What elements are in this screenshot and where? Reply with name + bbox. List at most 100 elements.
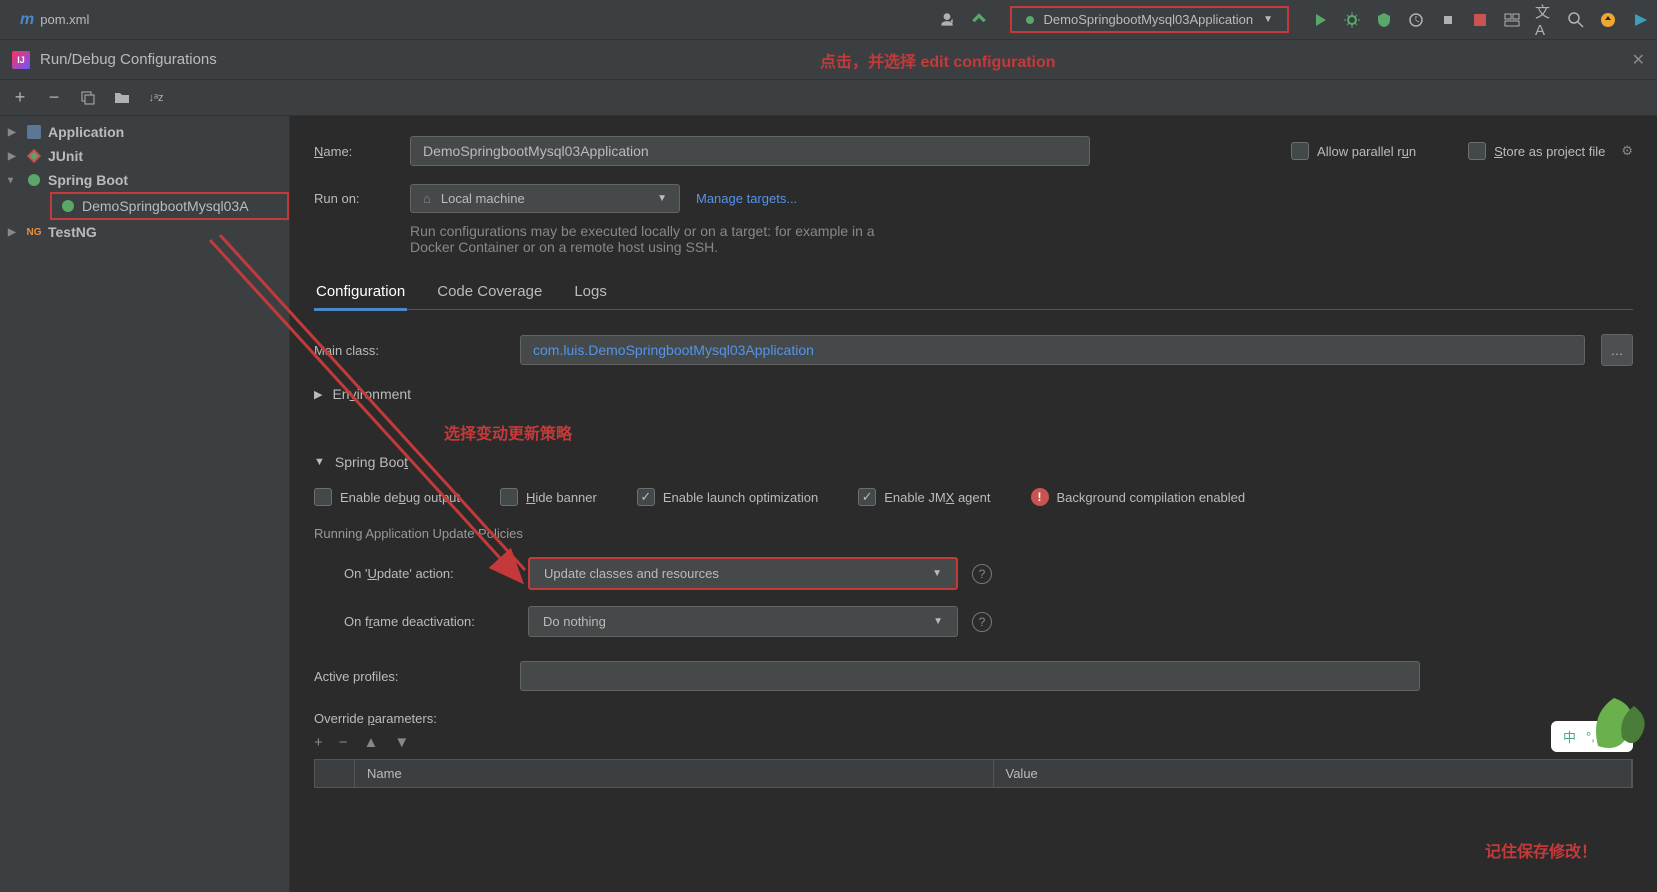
sort-icon[interactable]: ↓ᵃz	[148, 90, 164, 106]
active-profiles-input[interactable]	[520, 661, 1420, 691]
checkbox-icon	[314, 488, 332, 506]
checkbox-icon	[500, 488, 518, 506]
hammer-icon[interactable]	[970, 11, 988, 29]
translate-icon[interactable]: 文A	[1535, 11, 1553, 29]
checkbox-label: Hide banner	[526, 490, 597, 505]
column-header-name: Name	[355, 760, 994, 787]
status-dot-icon	[1026, 16, 1034, 24]
dropdown-value: Do nothing	[543, 614, 606, 629]
file-tab[interactable]: m pom.xml	[8, 11, 101, 29]
checkbox-label: Enable debug output	[340, 490, 460, 505]
search-icon[interactable]	[1567, 11, 1585, 29]
hide-banner-checkbox[interactable]: Hide banner	[500, 488, 597, 506]
manage-targets-link[interactable]: Manage targets...	[696, 191, 797, 206]
close-icon[interactable]: ✕	[1632, 50, 1645, 70]
name-input[interactable]	[410, 136, 1090, 166]
chevron-right-icon: ▶	[314, 388, 322, 401]
profile-icon[interactable]	[1407, 11, 1425, 29]
on-frame-dropdown[interactable]: Do nothing ▼	[528, 606, 958, 637]
layout-icon[interactable]	[1503, 11, 1521, 29]
chevron-right-icon: ▶	[8, 151, 20, 162]
override-params-label: Override parameters:	[314, 711, 437, 726]
panel-title: Run/Debug Configurations	[40, 51, 217, 68]
junit-icon	[26, 148, 42, 164]
springboot-section[interactable]: ▼ Spring Boot	[314, 454, 1633, 470]
tree-junit[interactable]: ▶ JUnit	[0, 144, 289, 168]
warning-icon: !	[1031, 488, 1049, 506]
stop-icon[interactable]	[1471, 11, 1489, 29]
tree-springboot[interactable]: ▾ Spring Boot	[0, 168, 289, 192]
annotation-bottom: 记住保存修改！	[1485, 838, 1597, 862]
maven-icon: m	[20, 11, 34, 29]
attach-icon[interactable]	[1439, 11, 1457, 29]
coverage-icon[interactable]	[1375, 11, 1393, 29]
section-label: Environment	[332, 386, 411, 402]
name-label: NName:ame:	[314, 144, 394, 159]
allow-parallel-checkbox[interactable]: Allow parallel run	[1291, 142, 1416, 160]
chevron-right-icon: ▶	[8, 127, 20, 138]
enable-launch-checkbox[interactable]: Enable launch optimization	[637, 488, 818, 506]
top-navigation-bar: m pom.xml DemoSpringbootMysql03Applicati…	[0, 0, 1657, 40]
environment-section[interactable]: ▶ Environment	[314, 386, 1633, 402]
copy-icon[interactable]	[80, 90, 96, 106]
config-form: NName:ame: Allow parallel run Store as p…	[290, 116, 1657, 892]
config-tabs: Configuration Code Coverage Logs	[314, 275, 1633, 310]
remove-icon[interactable]: −	[339, 734, 348, 751]
play-video-icon[interactable]	[1631, 11, 1649, 29]
tree-selected-config[interactable]: DemoSpringbootMysql03A	[50, 192, 289, 220]
house-icon: ⌂	[423, 191, 431, 206]
tree-label: JUnit	[48, 148, 83, 164]
enable-debug-checkbox[interactable]: Enable debug output	[314, 488, 460, 506]
up-icon[interactable]: ▲	[364, 734, 379, 751]
run-on-dropdown[interactable]: ⌂ Local machine ▼	[410, 184, 680, 213]
browse-button[interactable]: …	[1601, 334, 1633, 366]
on-update-label: On 'Update' action:	[344, 566, 514, 581]
checkbox-icon	[637, 488, 655, 506]
add-icon[interactable]: +	[12, 90, 28, 106]
tab-configuration[interactable]: Configuration	[314, 275, 407, 311]
annotation-top: 点击，并选择 edit configuration	[820, 48, 1056, 72]
checkbox-label: Enable JMX agent	[884, 490, 990, 505]
tab-logs[interactable]: Logs	[572, 275, 609, 309]
info-label: Background compilation enabled	[1057, 490, 1246, 505]
chevron-right-icon: ▶	[8, 227, 20, 238]
tab-coverage[interactable]: Code Coverage	[435, 275, 544, 309]
tree-label: TestNG	[48, 224, 97, 240]
chevron-down-icon: ▾	[8, 175, 20, 186]
folder-icon[interactable]	[114, 90, 130, 106]
checkbox-label: Allow parallel run	[1317, 144, 1416, 159]
bg-compilation-info: ! Background compilation enabled	[1031, 488, 1246, 506]
on-frame-label: On frame deactivation:	[344, 614, 514, 629]
intellij-icon: IJ	[12, 51, 30, 69]
ime-mode: 中	[1563, 727, 1576, 746]
config-toolbar: + − ↓ᵃz	[0, 80, 1657, 116]
section-label: Spring Boot	[335, 454, 408, 470]
run-on-label: Run on:	[314, 191, 394, 206]
chevron-down-icon: ▼	[932, 568, 942, 579]
gear-icon[interactable]: ⚙	[1621, 143, 1633, 159]
param-table-tools: + − ▲ ▼	[314, 734, 1633, 751]
help-icon[interactable]: ?	[972, 612, 992, 632]
annotation-middle: 选择变动更新策略	[444, 420, 1633, 444]
chevron-down-icon: ▼	[933, 616, 943, 627]
tree-application[interactable]: ▶ Application	[0, 120, 289, 144]
run-on-description: Run configurations may be executed local…	[410, 223, 910, 255]
enable-jmx-checkbox[interactable]: Enable JMX agent	[858, 488, 990, 506]
run-config-dropdown[interactable]: DemoSpringbootMysql03Application ▼	[1010, 6, 1289, 33]
tree-label: DemoSpringbootMysql03A	[82, 198, 249, 214]
debug-icon[interactable]	[1343, 11, 1361, 29]
testng-icon: NG	[26, 224, 42, 240]
help-icon[interactable]: ?	[972, 564, 992, 584]
run-icon[interactable]	[1311, 11, 1329, 29]
store-project-checkbox[interactable]: Store as project file	[1468, 142, 1605, 160]
main-class-input[interactable]: com.luis.DemoSpringbootMysql03Applicatio…	[520, 335, 1585, 365]
down-icon[interactable]: ▼	[394, 734, 409, 751]
chevron-down-icon: ▼	[314, 456, 325, 468]
application-icon	[26, 124, 42, 140]
add-icon[interactable]: +	[314, 734, 323, 751]
remove-icon[interactable]: −	[46, 90, 62, 106]
sync-icon[interactable]	[1599, 11, 1617, 29]
tree-testng[interactable]: ▶ NG TestNG	[0, 220, 289, 244]
on-update-dropdown[interactable]: Update classes and resources ▼	[528, 557, 958, 590]
user-icon[interactable]	[938, 11, 956, 29]
